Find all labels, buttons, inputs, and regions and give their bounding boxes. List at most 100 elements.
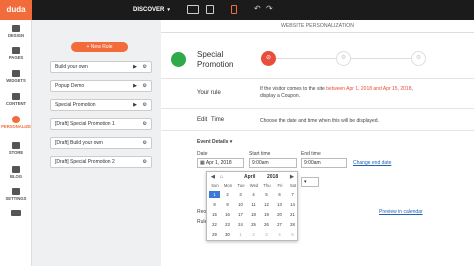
list-item[interactable]: [Draft] Build your own ⚙ xyxy=(50,137,152,149)
mobile-view-icon[interactable] xyxy=(231,5,237,14)
sidebar-item-pages[interactable]: PAGES xyxy=(0,47,32,60)
sidebar-item-store[interactable]: STORE xyxy=(0,142,32,155)
play-icon[interactable]: ▶ xyxy=(133,100,137,110)
top-bar: duda DISCOVER ▾ ↶ ↷ xyxy=(0,0,474,20)
calendar-day[interactable]: 9 xyxy=(222,201,233,208)
start-time-input[interactable]: 9:00am xyxy=(249,158,297,168)
recurrence-label: Reo xyxy=(197,209,207,215)
time-description: Choose the date and time when this will … xyxy=(260,118,379,124)
step-connector xyxy=(276,58,336,59)
discover-menu[interactable]: DISCOVER ▾ xyxy=(133,0,170,20)
blog-icon xyxy=(12,166,20,173)
calendar-day[interactable]: 21 xyxy=(287,211,298,218)
undo-icon[interactable]: ↶ xyxy=(254,4,261,13)
weekday-label: Mon xyxy=(223,183,233,188)
plus-icon xyxy=(12,70,20,77)
calendar-day[interactable]: 2 xyxy=(222,191,233,198)
play-icon[interactable]: ▶ xyxy=(133,62,137,72)
list-item[interactable]: [Draft] Special Promotion 2 ⚙ xyxy=(50,156,152,168)
sidebar-item-personalize[interactable]: PERSONALIZE xyxy=(0,116,32,129)
sidebar-item-content[interactable]: CONTENT xyxy=(0,93,32,106)
play-icon[interactable]: ▶ xyxy=(133,81,137,91)
step-connector xyxy=(351,58,411,59)
gear-icon[interactable]: ⚙ xyxy=(143,100,147,110)
calendar-day[interactable]: 11 xyxy=(248,201,259,208)
redo-icon[interactable]: ↷ xyxy=(266,4,273,13)
calendar-day[interactable]: 4 xyxy=(248,191,259,198)
calendar-day[interactable]: 27 xyxy=(274,221,285,228)
left-sidebar: DESIGN PAGES WIDGETS CONTENT PERSONALIZE… xyxy=(0,20,32,266)
change-end-date-link[interactable]: Change end date xyxy=(353,160,391,166)
preview-in-calendar-link[interactable]: Preview in calendar xyxy=(379,209,423,215)
list-item[interactable]: Special Promotion ▶ ⚙ xyxy=(50,99,152,111)
calendar-day[interactable]: 8 xyxy=(209,201,220,208)
calendar-day[interactable]: 10 xyxy=(235,201,246,208)
calendar-day[interactable]: 26 xyxy=(261,221,272,228)
end-time-input[interactable]: 9:00am xyxy=(301,158,347,168)
rules-panel: + New Rule Build your own ▶ ⚙ Popup Demo ▶ ⚙… xyxy=(44,36,156,264)
tablet-view-icon[interactable] xyxy=(206,5,214,14)
edit-label: Edit xyxy=(197,117,208,123)
sidebar-item-settings[interactable]: SETTINGS xyxy=(0,188,32,201)
calendar-day[interactable]: 1 xyxy=(235,231,246,238)
calendar-day[interactable]: 25 xyxy=(248,221,259,228)
calendar-day[interactable]: 16 xyxy=(222,211,233,218)
sidebar-item-blog[interactable]: BLOG xyxy=(0,166,32,179)
calendar-day[interactable]: 12 xyxy=(261,201,272,208)
calendar-day[interactable]: 5 xyxy=(261,191,272,198)
list-item[interactable]: Build your own ▶ ⚙ xyxy=(50,61,152,73)
time-label: Time xyxy=(211,117,225,123)
calendar-day[interactable]: 2 xyxy=(248,231,259,238)
sidebar-item-widgets[interactable]: WIDGETS xyxy=(0,70,32,83)
list-item[interactable]: Popup Demo ▶ ⚙ xyxy=(50,80,152,92)
calendar-day[interactable]: 23 xyxy=(222,221,233,228)
calendar-day[interactable]: 20 xyxy=(274,211,285,218)
gear-icon[interactable]: ⚙ xyxy=(143,81,147,91)
calendar-day[interactable]: 7 xyxy=(287,191,298,198)
prev-month-icon[interactable]: ◀ xyxy=(211,174,215,180)
calendar-day[interactable]: 3 xyxy=(261,231,272,238)
sidebar-item-design[interactable]: DESIGN xyxy=(0,25,32,38)
calendar-day[interactable]: 6 xyxy=(274,191,285,198)
calendar-day[interactable]: 19 xyxy=(261,211,272,218)
calendar-year: 2018 xyxy=(267,174,279,180)
calendar-day[interactable]: 3 xyxy=(235,191,246,198)
gear-icon[interactable]: ⚙ xyxy=(143,157,147,167)
duda-logo[interactable]: duda xyxy=(0,0,32,20)
recurrence-dropdown[interactable]: ▾ xyxy=(301,177,319,187)
calendar-day[interactable]: 15 xyxy=(209,211,220,218)
calendar-day[interactable]: 14 xyxy=(287,201,298,208)
calendar-day[interactable]: 5 xyxy=(287,231,298,238)
weekday-label: Fri xyxy=(277,183,283,188)
date-input[interactable]: ▦ Apr 1, 2018 xyxy=(197,158,244,168)
gear-icon[interactable]: ⚙ xyxy=(143,138,147,148)
new-rule-button[interactable]: + New Rule xyxy=(71,42,128,52)
gear-icon[interactable]: ⚙ xyxy=(143,62,147,72)
calendar-day[interactable]: 18 xyxy=(248,211,259,218)
step-action[interactable]: ⚙ xyxy=(336,51,351,66)
calendar-day[interactable]: 29 xyxy=(209,231,220,238)
desktop-view-icon[interactable] xyxy=(187,5,199,14)
calendar-day[interactable]: 1 xyxy=(209,191,220,198)
step-time[interactable]: ⊘ xyxy=(261,51,276,66)
divider xyxy=(161,130,474,131)
pages-icon xyxy=(12,47,20,54)
calendar-day[interactable]: 13 xyxy=(274,201,285,208)
chevron-down-icon: ▾ xyxy=(304,179,307,185)
calendar-day[interactable]: 30 xyxy=(222,231,233,238)
event-details-toggle[interactable]: Event Details ▾ xyxy=(197,139,232,145)
calendar-day[interactable]: 17 xyxy=(235,211,246,218)
step-publish[interactable]: ⚙ xyxy=(411,51,426,66)
collapse-sidebar-button[interactable] xyxy=(0,210,32,217)
gear-icon[interactable]: ⚙ xyxy=(143,119,147,129)
coupon-icon xyxy=(171,52,186,67)
calendar-day[interactable]: 24 xyxy=(235,221,246,228)
calendar-day[interactable]: 4 xyxy=(274,231,285,238)
calendar-day[interactable]: 22 xyxy=(209,221,220,228)
home-icon[interactable]: ⌂ xyxy=(220,174,223,180)
weekday-label: Wed xyxy=(249,183,259,188)
calendar-day[interactable]: 28 xyxy=(287,221,298,228)
next-month-icon[interactable]: ▶ xyxy=(290,174,294,180)
date-label: Date xyxy=(197,151,208,157)
list-item[interactable]: [Draft] Special Promotion 1 ⚙ xyxy=(50,118,152,130)
